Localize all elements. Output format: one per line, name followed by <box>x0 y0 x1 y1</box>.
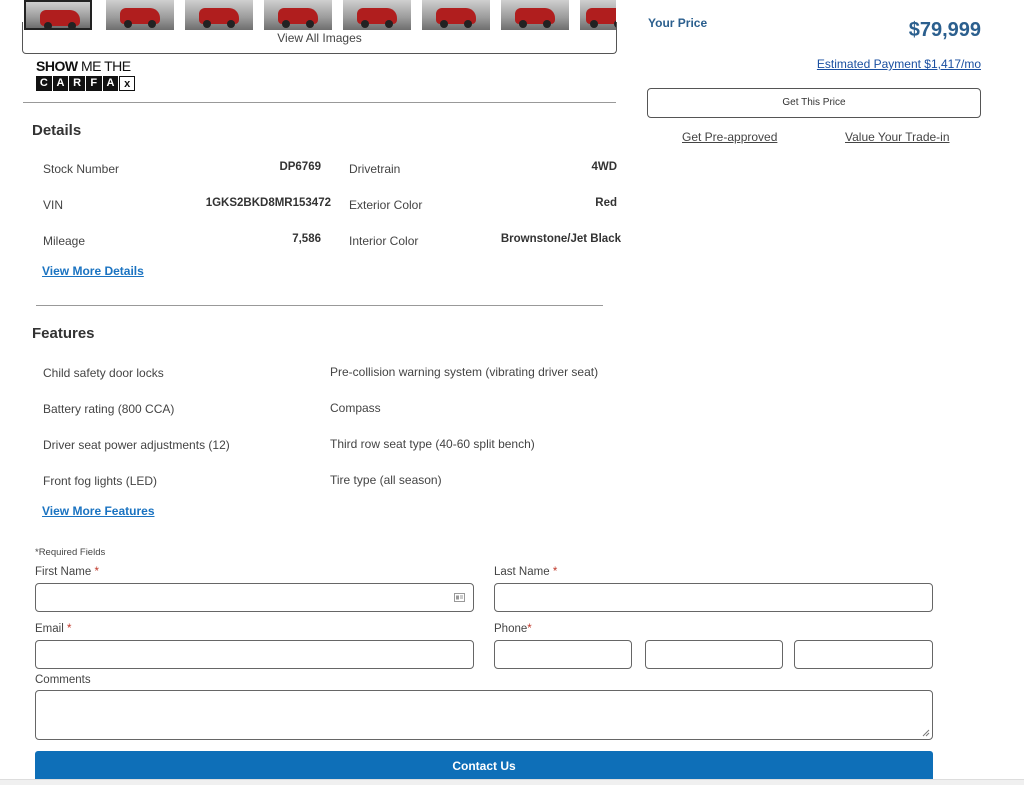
carfax-letter: A <box>102 76 119 91</box>
get-this-price-button[interactable]: Get This Price <box>647 88 981 118</box>
comments-label: Comments <box>35 674 91 686</box>
divider <box>23 102 616 103</box>
required-mark: * <box>66 623 72 635</box>
phone-label: Phone* <box>494 623 532 635</box>
feature-item: Tire type (all season) <box>330 473 442 487</box>
get-pre-approved-link[interactable]: Get Pre-approved <box>682 130 777 144</box>
interior-color-value: Brownstone/Jet Black <box>500 233 621 245</box>
mileage-value: 7,586 <box>292 233 321 245</box>
comments-textarea[interactable] <box>35 690 933 740</box>
required-fields-note: *Required Fields <box>35 547 106 558</box>
carfax-letter: C <box>36 76 52 91</box>
feature-item: Front fog lights (LED) <box>43 474 158 488</box>
feature-item: Driver seat power adjustments (12) <box>43 438 230 452</box>
last-name-label-text: Last Name <box>494 566 550 578</box>
view-more-features-link[interactable]: View More Features <box>42 504 155 518</box>
carfax-letter: F <box>85 76 102 91</box>
carfax-show-text: SHOW <box>36 58 78 74</box>
carfax-me-the-text: ME THE <box>77 58 131 74</box>
divider <box>36 305 603 306</box>
your-price-label: Your Price <box>648 16 708 30</box>
required-mark: * <box>527 623 532 635</box>
carfax-letter: x <box>119 76 135 91</box>
feature-item: Compass <box>330 401 381 415</box>
carfax-letter: R <box>69 76 85 91</box>
feature-item: Child safety door locks <box>43 366 164 380</box>
last-name-label: Last Name * <box>494 566 557 578</box>
phone-area-code-input[interactable] <box>494 640 632 669</box>
first-name-label: First Name * <box>35 566 99 578</box>
phone-line-number-input[interactable] <box>794 640 933 669</box>
view-more-details-link[interactable]: View More Details <box>42 264 144 278</box>
vin-value: 1GKS2BKD8MR153472 <box>205 197 331 209</box>
feature-item: Pre-collision warning system (vibrating … <box>330 365 599 379</box>
email-label: Email * <box>35 623 71 635</box>
feature-item: Battery rating (800 CCA) <box>43 402 175 416</box>
estimated-payment-link[interactable]: Estimated Payment $1,417/mo <box>817 57 981 71</box>
feature-item: Third row seat type (40-60 split bench) <box>330 437 535 451</box>
contact-card-icon <box>454 593 465 602</box>
interior-color-label: Interior Color <box>349 234 419 248</box>
exterior-color-label: Exterior Color <box>349 198 423 212</box>
phone-prefix-input[interactable] <box>645 640 783 669</box>
features-heading: Features <box>32 325 95 342</box>
exterior-color-value: Red <box>595 197 617 209</box>
stock-number-label: Stock Number <box>43 162 120 176</box>
first-name-input[interactable] <box>35 583 474 612</box>
stock-number-value: DP6769 <box>279 161 321 173</box>
email-input[interactable] <box>35 640 474 669</box>
details-heading: Details <box>32 122 82 139</box>
view-all-images-button[interactable]: View All Images <box>22 22 617 54</box>
drivetrain-label: Drivetrain <box>349 162 401 176</box>
contact-us-button[interactable]: Contact Us <box>35 751 933 781</box>
carfax-letter: A <box>52 76 69 91</box>
phone-label-text: Phone <box>494 623 528 635</box>
mileage-label: Mileage <box>43 234 86 248</box>
vehicle-price: $79,999 <box>908 19 981 41</box>
value-trade-in-link[interactable]: Value Your Trade-in <box>845 130 950 144</box>
email-label-text: Email <box>35 623 64 635</box>
required-mark: * <box>94 566 99 578</box>
horizontal-scrollbar[interactable] <box>0 779 1024 785</box>
required-mark: * <box>552 566 558 578</box>
resize-handle-icon[interactable] <box>922 729 930 737</box>
vin-label: VIN <box>43 198 64 212</box>
carfax-logo[interactable]: SHOW ME THE C A R F A x <box>36 59 136 95</box>
last-name-input[interactable] <box>494 583 933 612</box>
drivetrain-value: 4WD <box>591 161 617 173</box>
first-name-label-text: First Name <box>35 566 92 578</box>
